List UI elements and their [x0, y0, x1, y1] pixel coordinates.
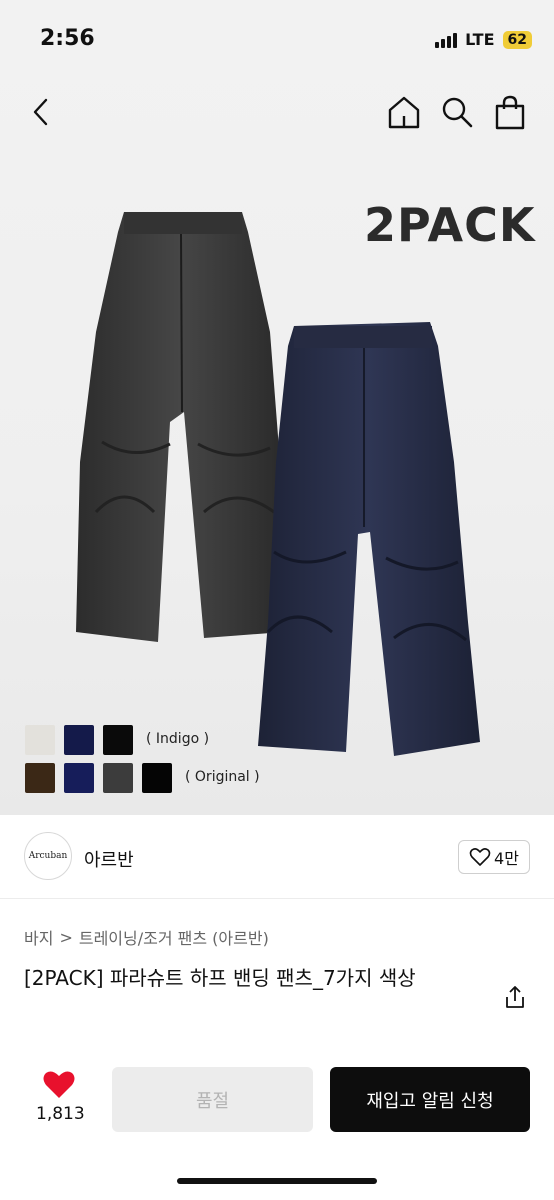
network-type: LTE — [465, 30, 495, 49]
color-swatch — [103, 725, 133, 755]
breadcrumb-separator: > — [59, 927, 73, 947]
color-swatch — [142, 763, 172, 793]
shopping-bag-icon[interactable] — [492, 94, 528, 130]
breadcrumb-item-subcategory[interactable]: 트레이닝/조거 팬츠 (아르반) — [79, 925, 269, 949]
color-swatch — [25, 763, 55, 793]
signal-icon — [435, 32, 458, 48]
status-indicators: LTE 62 — [435, 30, 532, 49]
chevron-left-icon[interactable] — [26, 96, 56, 128]
soldout-button: 품절 — [112, 1067, 313, 1132]
brand-logo[interactable]: Arcuban — [24, 832, 72, 880]
restock-alert-button[interactable]: 재입고 알림 신청 — [330, 1067, 530, 1132]
divider — [0, 898, 554, 899]
wish-count: 1,813 — [36, 1104, 85, 1124]
navy-pants-image — [258, 322, 480, 756]
brand-logo-text: Arcuban — [28, 851, 68, 861]
search-icon[interactable] — [440, 94, 474, 130]
status-time: 2:56 — [40, 26, 95, 51]
breadcrumb: 바지 > 트레이닝/조거 팬츠 (아르반) — [24, 925, 269, 949]
color-swatch — [64, 763, 94, 793]
color-swatch — [64, 725, 94, 755]
product-image: 2:56 LTE 62 2PACK (Indigo) (Original … — [0, 0, 554, 815]
home-icon[interactable] — [386, 94, 422, 130]
color-swatch — [103, 763, 133, 793]
home-indicator — [177, 1178, 377, 1184]
battery-icon: 62 — [502, 30, 532, 49]
brand-like-count: 4만 — [494, 849, 519, 868]
color-swatch — [25, 725, 55, 755]
brand-row: Arcuban 아르반 4만 — [0, 828, 554, 888]
heart-outline-icon — [469, 848, 491, 866]
breadcrumb-item-category[interactable]: 바지 — [24, 925, 53, 949]
swatch-note: ( Original ) — [185, 769, 260, 785]
bottom-action-bar: 1,813 품절 재입고 알림 신청 — [0, 1060, 554, 1160]
share-icon[interactable] — [502, 984, 528, 1010]
top-navigation — [0, 90, 554, 134]
pack-label: 2PACK — [364, 198, 536, 252]
heart-icon[interactable] — [42, 1070, 76, 1100]
swatch-note: ( Indigo ) — [146, 731, 210, 747]
brand-name[interactable]: 아르반 — [84, 846, 134, 872]
status-bar: 2:56 LTE 62 — [0, 0, 554, 80]
product-title: [2PACK] 파라슈트 하프 밴딩 팬츠_7가지 색상 — [24, 966, 416, 990]
brand-like-button[interactable]: 4만 — [458, 840, 530, 874]
